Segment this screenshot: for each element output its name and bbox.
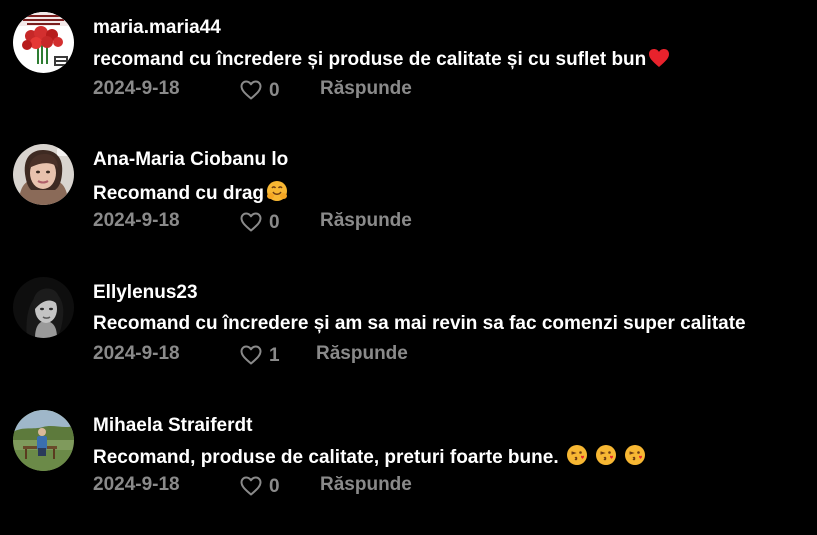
avatar-image (13, 144, 74, 205)
comment-text: recomand cu încredere și produse de cali… (93, 48, 670, 74)
comment-item: Ellylenus23 Recomand cu încredere și am … (0, 265, 817, 375)
hugging-face-icon (266, 180, 288, 208)
comment-username[interactable]: Ellylenus23 (93, 282, 198, 304)
avatar[interactable] (13, 12, 74, 73)
face-blowing-kiss-icon (595, 444, 617, 472)
comment-text-body: Recomand cu drag (93, 183, 265, 204)
like-count: 0 (269, 476, 280, 497)
comment-text-body: recomand cu încredere și produse de cali… (93, 49, 647, 70)
reply-button[interactable]: Răspunde (320, 474, 412, 496)
reply-button[interactable]: Răspunde (316, 343, 408, 365)
face-blowing-kiss-icon (624, 444, 646, 472)
comment-date: 2024-9-18 (93, 343, 180, 364)
comment-item: Mihaela Straiferdt Recomand, produse de … (0, 398, 817, 508)
like-count: 1 (269, 345, 280, 366)
comment-date: 2024-9-18 (93, 474, 180, 495)
comment-username[interactable]: Mihaela Straiferdt (93, 415, 252, 437)
avatar-image (13, 410, 74, 471)
comment-date: 2024-9-18 (93, 78, 180, 99)
red-heart-icon (648, 48, 670, 74)
avatar[interactable] (13, 144, 74, 205)
comment-item: maria.maria44 recomand cu încredere și p… (0, 0, 817, 110)
heart-outline-icon (240, 80, 262, 100)
heart-outline-icon (240, 212, 262, 232)
comment-text: Recomand cu drag (93, 180, 288, 208)
comment-date: 2024-9-18 (93, 210, 180, 231)
avatar-image (13, 277, 74, 338)
reply-button[interactable]: Răspunde (320, 78, 412, 100)
face-blowing-kiss-icon (566, 444, 588, 472)
like-count: 0 (269, 80, 280, 101)
like-count: 0 (269, 212, 280, 233)
comment-text: Recomand cu încredere și am sa mai revin… (93, 313, 746, 335)
avatar-image (13, 12, 74, 73)
comment-item: Ana-Maria Ciobanu lo Recomand cu drag 20… (0, 132, 817, 242)
avatar[interactable] (13, 277, 74, 338)
heart-outline-icon (240, 476, 262, 496)
comment-username[interactable]: maria.maria44 (93, 17, 221, 39)
avatar[interactable] (13, 410, 74, 471)
heart-outline-icon (240, 345, 262, 365)
reply-button[interactable]: Răspunde (320, 210, 412, 232)
comment-text: Recomand, produse de calitate, preturi f… (93, 444, 646, 472)
comment-text-body: Recomand, produse de calitate, preturi f… (93, 447, 559, 468)
comment-text-body: Recomand cu încredere și am sa mai revin… (93, 313, 746, 334)
comment-username[interactable]: Ana-Maria Ciobanu lo (93, 149, 288, 171)
